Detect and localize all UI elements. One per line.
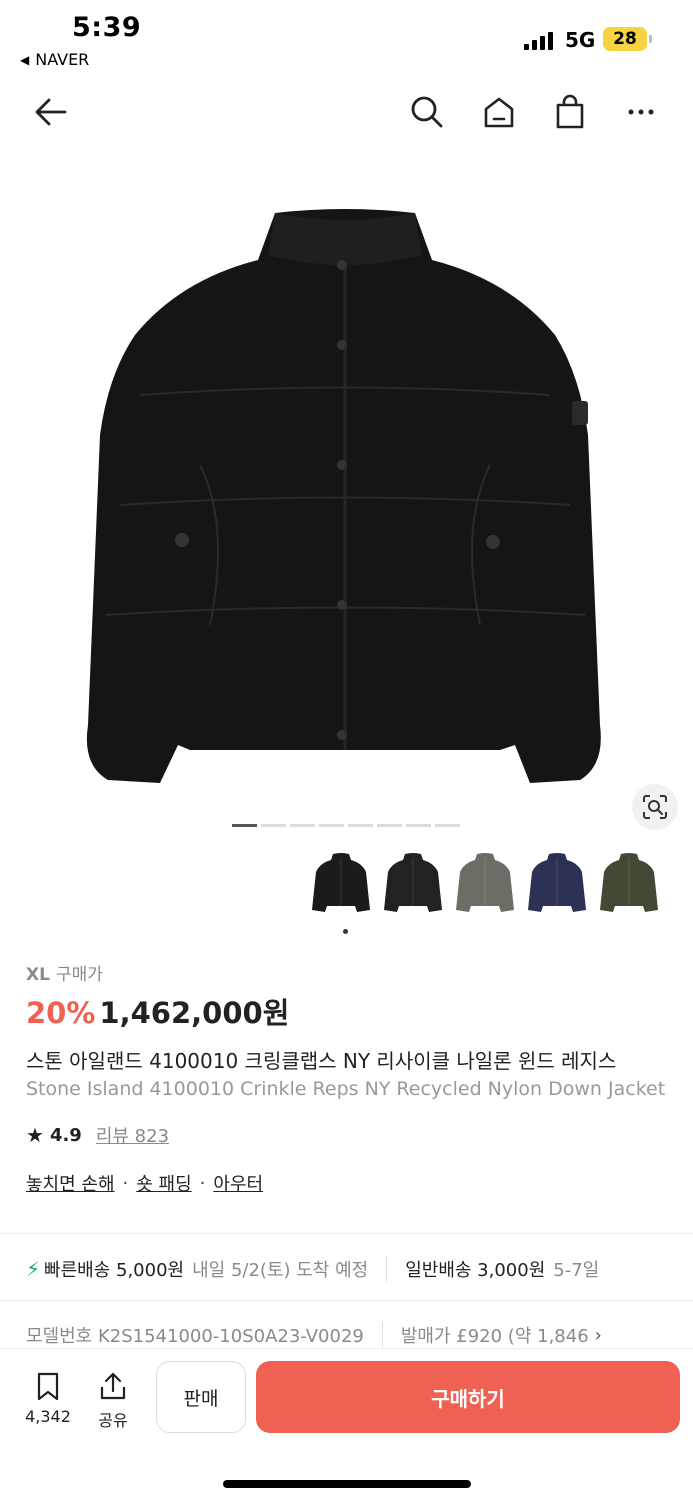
size-price-label: XL 구매가 [26,960,103,985]
home-icon [484,97,514,128]
top-navigation-bar [0,84,693,140]
color-thumbnail[interactable] [526,846,588,920]
jacket-thumbnail-image [312,853,370,912]
selected-thumbnail-dot [343,929,348,934]
back-button[interactable] [29,90,73,134]
search-button[interactable] [405,90,449,134]
image-search-icon [643,795,667,819]
shipping-options[interactable]: ⚡ 빠른배송 5,000원 내일 5/2(토) 도착 예정 일반배송 3,000… [26,1254,693,1284]
back-triangle-icon: ◀ [20,52,30,67]
gallery-indicator-segment [290,824,315,827]
tag-link[interactable]: 놓치면 손해 [26,1170,115,1196]
network-type: 5G [565,28,596,52]
status-bar: 5:39 ◀ NAVER 5G 28 [0,0,693,80]
gallery-indicator-segment [232,824,257,827]
normal-delivery-label: 일반배송 3,000원 [405,1260,546,1281]
share-label: 공유 [98,1411,128,1430]
color-thumbnail[interactable] [310,846,372,920]
normal-delivery-date: 5-7일 [553,1260,600,1281]
share-button[interactable]: 공유 [83,1371,143,1431]
price-label: 구매가 [55,965,103,985]
tag-link[interactable]: 숏 패딩 [136,1170,191,1196]
model-info-row[interactable]: 모델번호 K2S1541000-10S0A23-V0029 발매가 £920 (… [26,1322,693,1348]
bookmark-button[interactable]: 4,342 [18,1371,78,1426]
size-value: XL [26,965,50,985]
fast-delivery-date: 내일 5/2(토) 도착 예정 [192,1260,369,1281]
buy-button[interactable]: 구매하기 [256,1361,680,1433]
fast-delivery-label: 빠른배송 5,000원 [44,1260,185,1281]
signal-icon [524,30,554,50]
star-icon: ★ [26,1123,44,1147]
chevron-right-icon: › [594,1324,602,1346]
search-icon [411,96,443,128]
product-image[interactable] [0,150,693,830]
shopping-bag-icon [556,94,584,129]
arrow-left-icon [35,98,67,126]
divider [0,1233,693,1234]
color-thumbnail[interactable] [382,846,444,920]
gallery-page-indicator [232,824,460,827]
product-title-korean: 스톤 아일랜드 4100010 크링클랩스 NY 리사이클 나일론 윈드 레지스 [26,1049,617,1073]
back-app-label: NAVER [35,50,90,69]
cart-button[interactable] [548,90,592,134]
jacket-thumbnail-image [528,853,586,912]
bookmark-icon [37,1372,59,1401]
rating-score: 4.9 [49,1124,82,1146]
color-thumbnails [310,846,660,920]
bookmark-count: 4,342 [25,1407,71,1426]
gallery-indicator-segment [406,824,431,827]
home-indicator [223,1480,471,1488]
vertical-divider [386,1256,388,1282]
tags-row: 놓치면 손해 · 숏 패딩 · 아우터 [26,1170,263,1196]
status-time: 5:39 [72,12,142,43]
image-search-button[interactable] [632,784,678,830]
tag-link[interactable]: 아우터 [213,1170,263,1196]
tag-separator: · [199,1172,206,1194]
review-link[interactable]: 리뷰 823 [96,1122,169,1148]
more-button[interactable] [619,90,663,134]
vertical-divider [381,1322,383,1348]
price-row: 20% 1,462,000원 [26,990,289,1032]
discount-rate: 20% [26,996,96,1030]
back-to-app-link[interactable]: ◀ NAVER [20,50,89,69]
gallery-indicator-segment [261,824,286,827]
color-thumbnail[interactable] [454,846,516,920]
bottom-action-bar: 4,342 공유 판매 구매하기 [0,1348,693,1500]
gallery-indicator-segment [348,824,373,827]
gallery-indicator-segment [377,824,402,827]
gallery-indicator-segment [435,824,460,827]
jacket-image [86,209,601,783]
model-number: 모델번호 K2S1541000-10S0A23-V0029 [26,1326,364,1347]
sell-button[interactable]: 판매 [156,1361,246,1433]
color-thumbnail[interactable] [598,846,660,920]
battery-level: 28 [613,29,637,49]
jacket-thumbnail-image [384,853,442,912]
release-price: 발매가 £920 (약 1,846 [400,1326,589,1347]
battery-icon: 28 [603,27,652,51]
share-icon [100,1372,126,1400]
tag-separator: · [122,1172,129,1194]
gallery-indicator-segment [319,824,344,827]
jacket-thumbnail-image [600,853,658,912]
lightning-icon: ⚡ [26,1257,41,1281]
jacket-thumbnail-image [456,853,514,912]
divider [0,1300,693,1301]
rating-row: ★ 4.9 리뷰 823 [26,1122,169,1148]
more-icon [628,109,654,115]
price-value: 1,462,000원 [99,996,290,1030]
home-button[interactable] [477,90,521,134]
product-title-english: Stone Island 4100010 Crinkle Reps NY Rec… [26,1078,666,1100]
